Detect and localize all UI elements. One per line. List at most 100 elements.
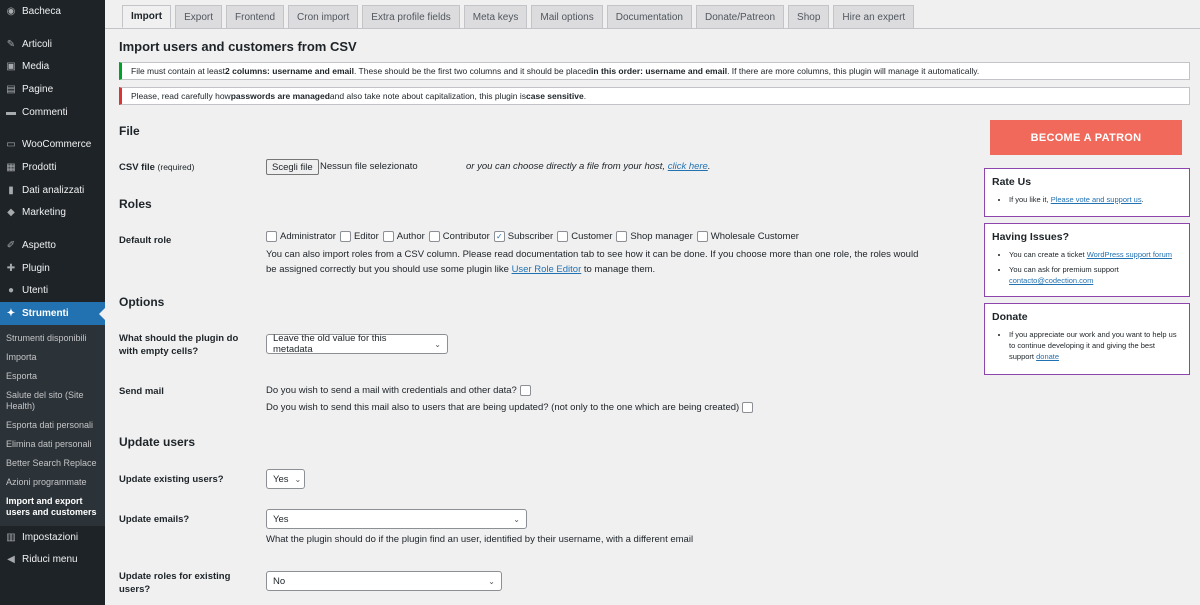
marketing-icon: ◆: [7, 207, 15, 219]
submenu-item[interactable]: Importa: [0, 348, 105, 367]
role-checkbox[interactable]: [382, 231, 394, 242]
sidebar-item-aspetto[interactable]: ✐ Aspetto: [0, 234, 105, 257]
empty-cells-select[interactable]: Leave the old value for this metadata ⌄: [266, 333, 448, 355]
submenu-item[interactable]: Salute del sito (Site Health): [0, 386, 105, 416]
update-existing-label: Update existing users?: [119, 474, 224, 485]
click-here-link[interactable]: click here: [668, 161, 708, 172]
sidebar-item-prodotti[interactable]: ▦ Prodotti: [0, 156, 105, 179]
submenu-item[interactable]: Better Search Replace: [0, 454, 105, 473]
update-roles-label: Update roles for existing users?: [119, 571, 231, 595]
sidebar-item-woocommerce[interactable]: ▭ WooCommerce: [0, 133, 105, 156]
sidebar-item-plugin[interactable]: ✚ Plugin: [0, 257, 105, 280]
role-checkbox[interactable]: [696, 231, 708, 242]
pin-icon: ✎: [6, 38, 16, 50]
sidebar-item-impostazioni[interactable]: ▥ Impostazioni: [0, 526, 105, 549]
section-file: File: [119, 124, 140, 138]
analytics-icon: ▮: [8, 184, 14, 196]
sidebar-item-articoli[interactable]: ✎ Articoli: [0, 33, 105, 56]
admin-sidebar: ◉ Bacheca ✎ Articoli ▣ Media ▤ Pagine ▬ Commenti ▭…: [0, 0, 105, 605]
sidebar-item-dati-analizzati[interactable]: ▮ Dati analizzati: [0, 179, 105, 202]
sidebar-item-utenti[interactable]: ● Utenti: [0, 280, 105, 303]
role-checkbox[interactable]: [557, 231, 569, 242]
update-emails-select[interactable]: Yes ⌄: [266, 509, 527, 529]
role-checkbox[interactable]: [616, 231, 628, 242]
rate-us-title: Rate Us: [992, 176, 1032, 188]
submenu-item[interactable]: Strumenti disponibili: [0, 329, 105, 348]
section-update-users: Update users: [119, 435, 196, 449]
submenu-item[interactable]: Elimina dati personali: [0, 435, 105, 454]
sidebar-item-pagine[interactable]: ▤ Pagine: [0, 78, 105, 101]
donate-title: Donate: [992, 311, 1028, 323]
tab-extra-profile-fields[interactable]: Extra profile fields: [362, 5, 460, 28]
submenu-item[interactable]: Azioni programmate: [0, 473, 105, 492]
woocommerce-icon: ▭: [6, 139, 16, 151]
send-mail-checkbox[interactable]: [519, 385, 531, 396]
tab-cron-import[interactable]: Cron import: [288, 5, 359, 28]
choose-file-button[interactable]: Scegli file: [266, 159, 319, 175]
empty-cells-label: What should the plugin do with empty cel…: [119, 333, 239, 357]
submenu-item[interactable]: Esporta: [0, 367, 105, 386]
tab-import[interactable]: Import: [122, 5, 172, 28]
donate-box: Donate If you appreciate our work and yo…: [984, 303, 1190, 375]
sidebar-item-bacheca[interactable]: ◉ Bacheca: [0, 0, 105, 23]
tab-shop[interactable]: Shop: [788, 5, 830, 28]
products-icon: ▦: [6, 161, 16, 173]
role-checkbox[interactable]: [339, 231, 351, 242]
plugin-icon: ✚: [6, 262, 16, 274]
having-issues-box: Having Issues? You can create a ticket W…: [984, 223, 1190, 297]
role-checkbox[interactable]: [428, 231, 440, 242]
tab-export[interactable]: Export: [175, 5, 223, 28]
chevron-down-icon: ⌄: [434, 339, 441, 349]
comments-icon: ▬: [6, 106, 16, 118]
sidebar-item-marketing[interactable]: ◆ Marketing: [0, 202, 105, 225]
become-patron-button[interactable]: BECOME A PATRON: [990, 120, 1182, 155]
update-existing-select[interactable]: Yes ⌄: [266, 469, 305, 489]
role-checkbox[interactable]: ✓: [493, 231, 505, 242]
notice-columns: File must contain at least 2 columns: us…: [119, 62, 1190, 80]
role-contributor: Contributor: [428, 231, 490, 242]
tools-icon: ✦: [6, 308, 16, 320]
role-wholesale-customer: Wholesale Customer: [696, 231, 799, 242]
submenu-item[interactable]: Esporta dati personali: [0, 416, 105, 435]
user-role-editor-link[interactable]: User Role Editor: [512, 264, 582, 275]
tab-divider: [105, 28, 1200, 29]
update-emails-label: Update emails?: [119, 514, 190, 525]
sidebar-item-commenti[interactable]: ▬ Commenti: [0, 101, 105, 124]
premium-support-email-link[interactable]: contacto@codection.com: [1009, 276, 1093, 285]
tab-mail-options[interactable]: Mail options: [531, 5, 603, 28]
collapse-icon: ◀: [7, 554, 15, 566]
main-content: Import Export Frontend Cron import Extra pro…: [105, 0, 1200, 605]
sidebar-item-riduci-menu[interactable]: ◀ Riduci menu: [0, 549, 105, 572]
chevron-down-icon: ⌄: [294, 474, 302, 484]
tab-donate-patreon[interactable]: Donate/Patreon: [695, 5, 785, 28]
role-checkbox[interactable]: [266, 231, 277, 242]
role-checkboxes: Administrator Editor Author Contributor ✓ Sub…: [266, 231, 803, 242]
users-icon: ●: [7, 285, 15, 297]
settings-icon: ▥: [6, 531, 16, 543]
section-roles: Roles: [119, 197, 152, 211]
tab-hire-an-expert[interactable]: Hire an expert: [833, 5, 915, 28]
tools-submenu: Strumenti disponibili Importa Esporta Salut…: [0, 324, 105, 526]
sidebar-item-media[interactable]: ▣ Media: [0, 55, 105, 78]
having-issues-title: Having Issues?: [992, 231, 1070, 243]
send-mail-row: Do you wish to send a mail with credenti…: [266, 385, 534, 396]
role-shop-manager: Shop manager: [616, 231, 693, 242]
appearance-icon: ✐: [6, 240, 16, 252]
tab-frontend[interactable]: Frontend: [226, 5, 285, 28]
default-role-label: Default role: [119, 235, 172, 246]
update-emails-help: What the plugin should do if the plugin …: [266, 534, 694, 545]
support-forum-link[interactable]: WordPress support forum: [1087, 250, 1172, 259]
donate-link[interactable]: donate: [1036, 352, 1059, 361]
update-roles-select[interactable]: No ⌄: [266, 571, 502, 591]
role-customer: Customer: [557, 231, 612, 242]
page-title: Import users and customers from CSV: [119, 39, 357, 54]
rate-us-box: Rate Us If you like it, Please vote and …: [984, 168, 1190, 217]
tab-meta-keys[interactable]: Meta keys: [463, 5, 528, 28]
notice-passwords: Please, read carefully how passwords are…: [119, 87, 1190, 105]
sidebar-item-strumenti[interactable]: ✦ Strumenti: [0, 302, 105, 325]
vote-link[interactable]: Please vote and support us: [1051, 195, 1142, 204]
send-mail-label: Send mail: [119, 386, 164, 397]
submenu-item[interactable]: Import and export users and customers: [0, 492, 105, 522]
tab-documentation[interactable]: Documentation: [606, 5, 692, 28]
send-mail-updated-checkbox[interactable]: [742, 402, 754, 413]
